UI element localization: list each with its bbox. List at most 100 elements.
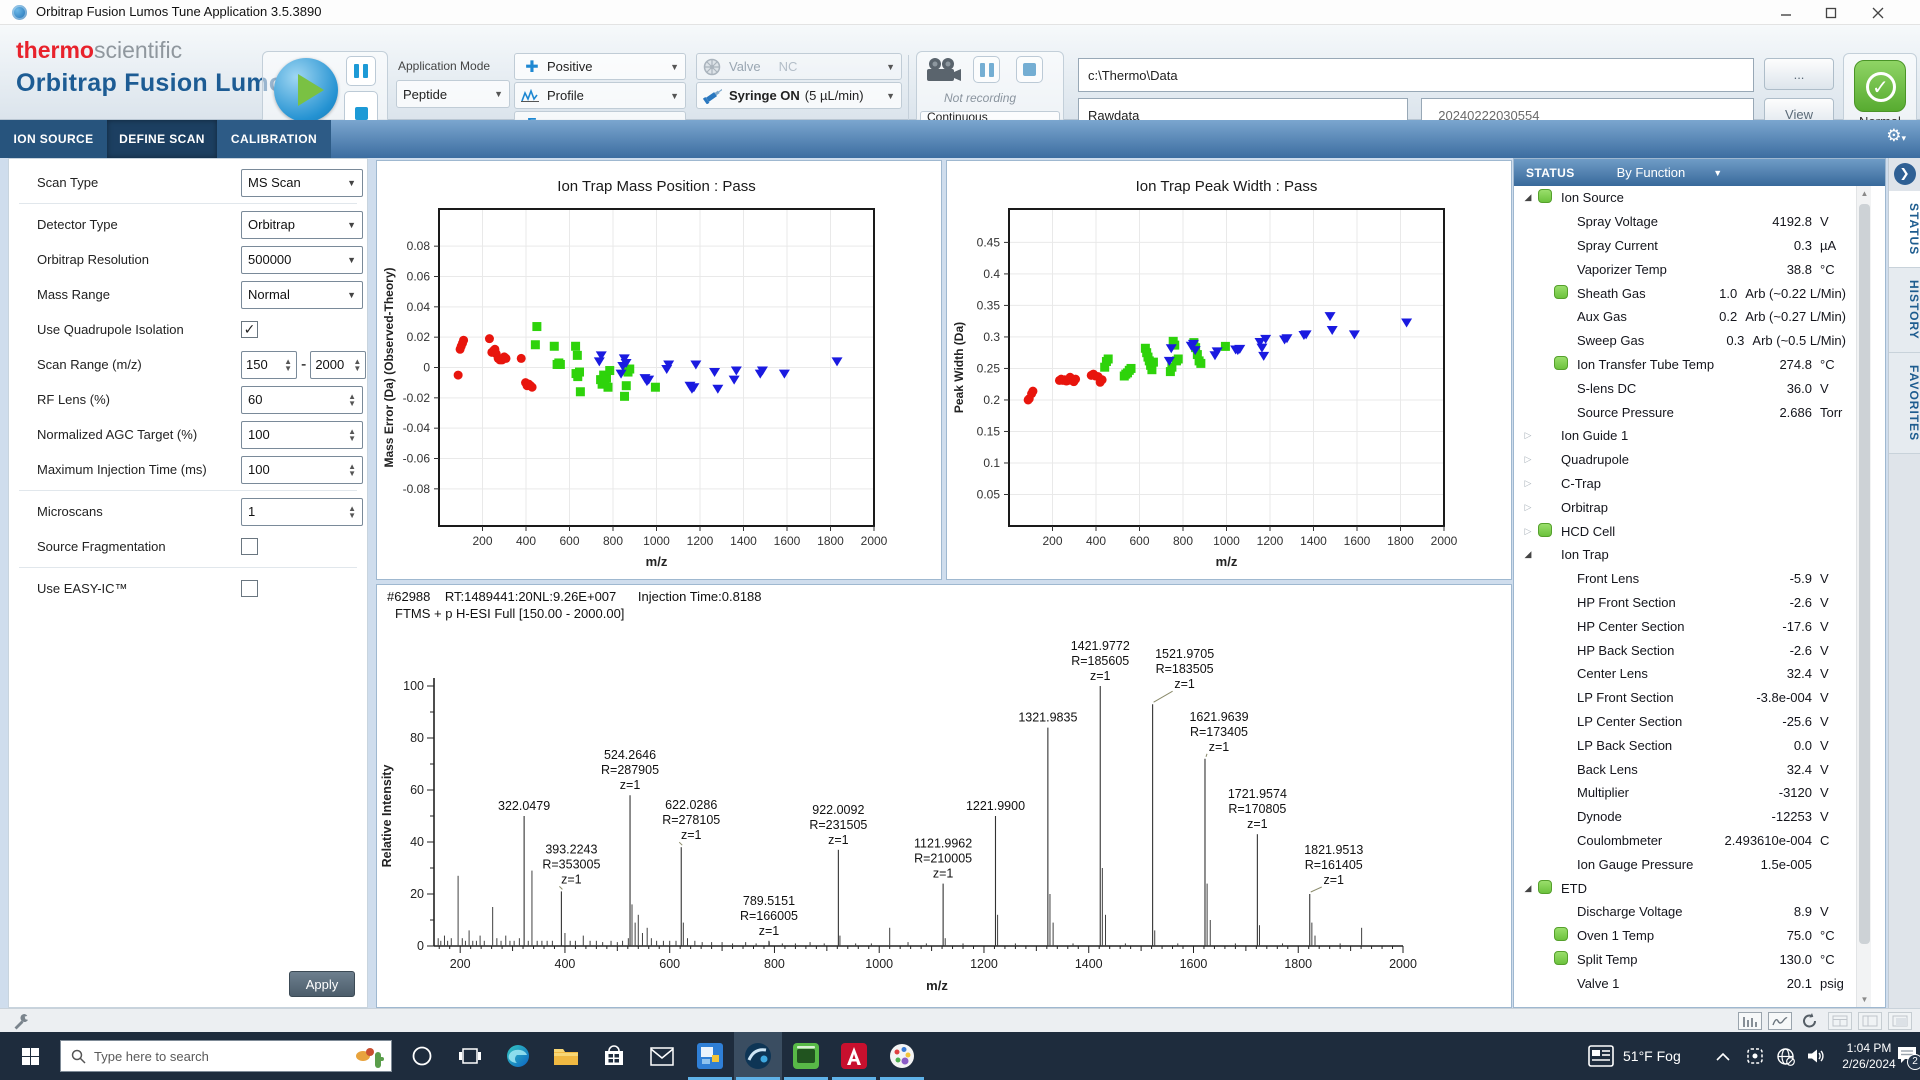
photos-app-button[interactable]: [686, 1032, 734, 1080]
tab-ion-source[interactable]: ION SOURCE: [0, 120, 107, 158]
side-tab-history[interactable]: HISTORY: [1889, 268, 1920, 353]
scroll-down-icon[interactable]: ▼: [1857, 992, 1872, 1007]
syringe-select[interactable]: Syringe ON(5 µL/min)▼: [696, 82, 902, 109]
notification-center-button[interactable]: 2: [1897, 1046, 1917, 1064]
file-explorer-button[interactable]: [542, 1032, 590, 1080]
status-tree-row[interactable]: Source Pressure2.686Torr: [1514, 400, 1856, 424]
status-tree-row[interactable]: Valve 120.1psig: [1514, 971, 1856, 995]
expander-collapsed-icon[interactable]: ▷: [1518, 526, 1538, 537]
network-globe-icon[interactable]: [1776, 1032, 1795, 1080]
status-tree-row[interactable]: HP Back Section-2.6V: [1514, 638, 1856, 662]
status-tree-row[interactable]: Ion Gauge Pressure1.5e-005: [1514, 852, 1856, 876]
status-tree-row[interactable]: LP Back Section0.0V: [1514, 733, 1856, 757]
start-acquisition-button[interactable]: [274, 58, 338, 122]
paint3d-button[interactable]: [878, 1032, 926, 1080]
layout-single-icon[interactable]: [1888, 1012, 1912, 1030]
layout-split-icon[interactable]: [1858, 1012, 1882, 1030]
detector-type-select[interactable]: Orbitrap▼: [241, 211, 363, 239]
cortana-button[interactable]: [398, 1032, 446, 1080]
data-path-field[interactable]: c:\Thermo\Data: [1078, 58, 1754, 92]
status-tree-row[interactable]: Back Lens32.4V: [1514, 757, 1856, 781]
status-tree-row[interactable]: ▷Ion Guide 1: [1514, 424, 1856, 448]
status-tree-row[interactable]: Sheath Gas1.0Arb (~0.22 L/Min): [1514, 281, 1856, 305]
tab-calibration[interactable]: CALIBRATION: [217, 120, 331, 158]
spinner-arrows-icon[interactable]: ▲▼: [348, 463, 356, 477]
orbitrap-resolution-select[interactable]: 500000▼: [241, 246, 363, 274]
maximize-button[interactable]: [1825, 0, 1865, 25]
layout-top-icon[interactable]: [1828, 1012, 1852, 1030]
refresh-icon[interactable]: [1798, 1012, 1822, 1030]
use-easy-ic-checkbox[interactable]: [241, 580, 258, 597]
scroll-up-icon[interactable]: ▲: [1857, 186, 1872, 201]
graph-view-icon[interactable]: [1768, 1012, 1792, 1030]
scan-range-m-z-high-input[interactable]: 2000▲▼: [310, 351, 366, 379]
weather-tray-item[interactable]: 51°F Fog: [1588, 1032, 1681, 1080]
record-stop-button[interactable]: [1016, 56, 1043, 83]
application-mode-select[interactable]: Peptide▼: [396, 80, 510, 108]
mail-button[interactable]: [638, 1032, 686, 1080]
status-tree-row[interactable]: Discharge Voltage8.9V: [1514, 900, 1856, 924]
status-tree-row[interactable]: LP Center Section-25.6V: [1514, 710, 1856, 734]
status-view-select[interactable]: By Function: [1617, 165, 1686, 180]
taskbar-clock[interactable]: 1:04 PM2/26/2024: [1834, 1040, 1904, 1072]
expander-collapsed-icon[interactable]: ▷: [1518, 430, 1538, 441]
status-tree-row[interactable]: ◢ETD: [1514, 876, 1856, 900]
mass-range-select[interactable]: Normal▼: [241, 281, 363, 309]
spectrum-view-icon[interactable]: [1738, 1012, 1762, 1030]
normalized-agc-target-input[interactable]: 100▲▼: [241, 421, 363, 449]
status-scrollbar[interactable]: ▲ ▼: [1856, 186, 1871, 1007]
apply-button[interactable]: Apply: [289, 971, 355, 997]
tune-app-button[interactable]: [734, 1032, 782, 1080]
spinner-arrows-icon[interactable]: ▲▼: [284, 358, 292, 372]
side-tab-status[interactable]: STATUS: [1889, 191, 1920, 268]
status-tree-row[interactable]: LP Front Section-3.8e-004V: [1514, 686, 1856, 710]
acrobat-button[interactable]: [830, 1032, 878, 1080]
status-tree-row[interactable]: HP Center Section-17.6V: [1514, 614, 1856, 638]
status-tree-row[interactable]: Aux Gas0.2Arb (~0.27 L/Min): [1514, 305, 1856, 329]
status-tree-row[interactable]: ▷Quadrupole: [1514, 448, 1856, 472]
settings-gear-icon[interactable]: ⚙▾: [1886, 126, 1906, 146]
scan-type-select[interactable]: MS Scan▼: [241, 169, 363, 197]
rf-lens-input[interactable]: 60▲▼: [241, 386, 363, 414]
expand-panel-button[interactable]: ❯: [1894, 163, 1916, 185]
tab-define-scan[interactable]: DEFINE SCAN: [107, 120, 217, 158]
status-tree-row[interactable]: ◢Ion Trap: [1514, 543, 1856, 567]
edge-button[interactable]: [494, 1032, 542, 1080]
expander-collapsed-icon[interactable]: ▷: [1518, 454, 1538, 465]
status-tree-row[interactable]: Ion Transfer Tube Temp274.8°C: [1514, 353, 1856, 377]
browse-button[interactable]: ...: [1764, 58, 1834, 90]
status-tree-row[interactable]: Sweep Gas0.3Arb (~0.5 L/Min): [1514, 329, 1856, 353]
maximum-injection-time-ms-input[interactable]: 100▲▼: [241, 456, 363, 484]
microscans-input[interactable]: 1▲▼: [241, 498, 363, 526]
show-hidden-icons-button[interactable]: [1716, 1032, 1730, 1080]
expander-expanded-icon[interactable]: ◢: [1518, 883, 1538, 894]
valve-select[interactable]: ValveNC▼: [696, 53, 902, 80]
expander-expanded-icon[interactable]: ◢: [1518, 549, 1538, 560]
start-button[interactable]: [0, 1032, 60, 1080]
status-tree-row[interactable]: Vaporizer Temp38.8°C: [1514, 257, 1856, 281]
expander-collapsed-icon[interactable]: ▷: [1518, 478, 1538, 489]
expander-expanded-icon[interactable]: ◢: [1518, 192, 1538, 203]
status-tree-row[interactable]: Spray Voltage4192.8V: [1514, 210, 1856, 234]
taskbar-search-input[interactable]: Type here to search: [60, 1040, 392, 1072]
scan-range-m-z-low-input[interactable]: 150▲▼: [241, 351, 297, 379]
source-fragmentation-checkbox[interactable]: [241, 538, 258, 555]
volume-icon[interactable]: [1806, 1032, 1826, 1080]
status-tree-row[interactable]: Spray Current0.3µA: [1514, 234, 1856, 258]
close-button[interactable]: [1872, 0, 1912, 25]
store-button[interactable]: [590, 1032, 638, 1080]
status-tree-row[interactable]: Dynode-12253V: [1514, 805, 1856, 829]
record-pause-button[interactable]: [973, 56, 1000, 83]
spinner-arrows-icon[interactable]: ▲▼: [348, 428, 356, 442]
polarity-select[interactable]: ✚ Positive▼: [514, 53, 686, 80]
expander-collapsed-icon[interactable]: ▷: [1518, 502, 1538, 513]
spinner-arrows-icon[interactable]: ▲▼: [348, 393, 356, 407]
status-tree-row[interactable]: Oven 1 Temp75.0°C: [1514, 924, 1856, 948]
video-camera-icon[interactable]: [925, 57, 963, 83]
spinner-arrows-icon[interactable]: ▲▼: [348, 505, 356, 519]
status-tree-row[interactable]: ▷HCD Cell: [1514, 519, 1856, 543]
profile-select[interactable]: Profile▼: [514, 82, 686, 109]
tray-system-icon[interactable]: [1746, 1032, 1764, 1080]
status-tree-row[interactable]: ▷C-Trap: [1514, 472, 1856, 496]
pause-acquisition-button[interactable]: [346, 56, 376, 86]
